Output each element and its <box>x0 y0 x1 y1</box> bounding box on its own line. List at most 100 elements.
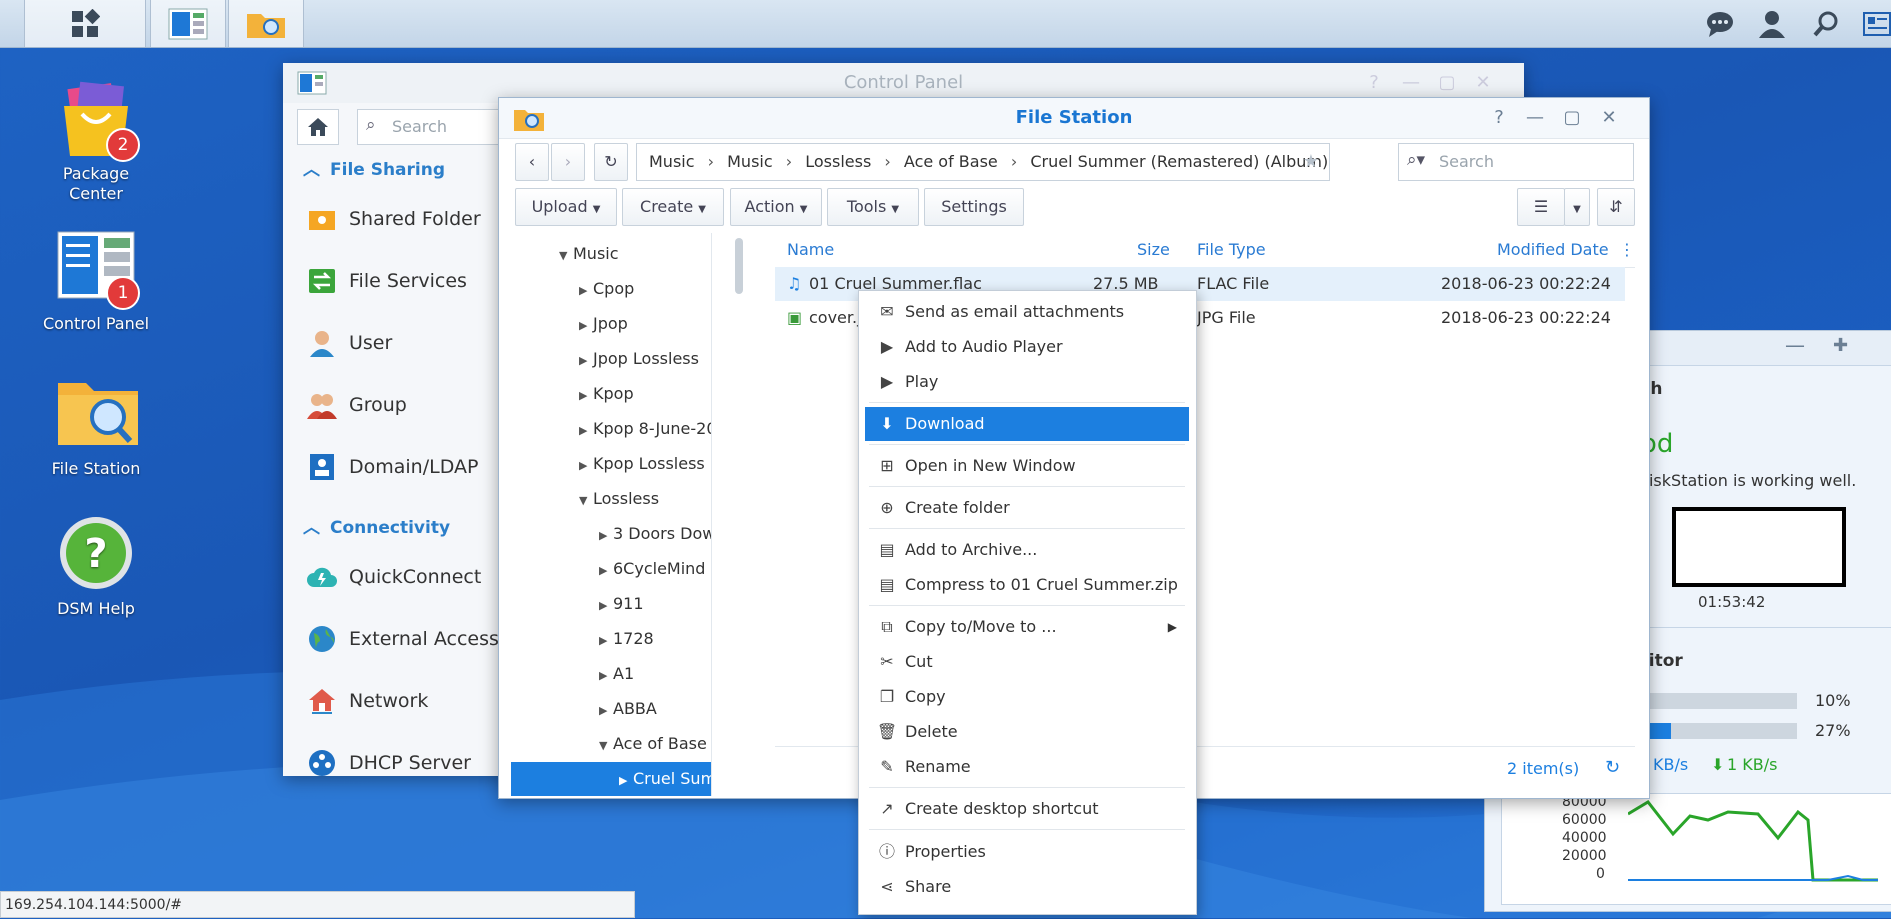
tree-item[interactable]: ▶ 911 <box>599 587 644 621</box>
sidebar-item-network[interactable]: Network <box>307 681 428 721</box>
section-connectivity[interactable]: ︿ Connectivity <box>303 513 450 538</box>
menu-item-send-email[interactable]: ✉ Send as email attachments <box>865 295 1189 329</box>
menu-item-share[interactable]: ⋖ Share <box>865 870 1189 904</box>
back-button[interactable]: ‹ <box>515 143 549 181</box>
tree-item-music[interactable]: ▼ Music <box>559 237 619 271</box>
taskbar-control-panel[interactable] <box>150 0 226 47</box>
breadcrumb-item[interactable]: Cruel Summer (Remastered) (Album) <box>1030 152 1328 171</box>
tree-item[interactable]: ▶ Kpop Lossless <box>579 447 705 481</box>
sidebar-item-domain-ldap[interactable]: Domain/LDAP <box>307 447 478 487</box>
settings-button[interactable]: Settings <box>924 188 1024 226</box>
tree-item-selected[interactable]: ▶Cruel Summe <box>511 762 711 796</box>
desktop-icon-label: DSM Help <box>57 599 135 618</box>
tools-button[interactable]: Tools ▼ <box>827 188 919 226</box>
menu-item-add-to-archive[interactable]: ▤ Add to Archive... <box>865 533 1189 567</box>
column-file-type[interactable]: File Type <box>1197 233 1266 267</box>
column-modified-date[interactable]: Modified Date <box>1497 233 1609 267</box>
tree-item[interactable]: ▶ Kpop <box>579 377 634 411</box>
breadcrumb-item[interactable]: Ace of Base <box>904 152 998 171</box>
sidebar-item-shared-folder[interactable]: Shared Folder <box>307 199 481 239</box>
chevron-right-icon: › <box>884 152 891 171</box>
breadcrumb-item[interactable]: Music <box>649 152 695 171</box>
column-size[interactable]: Size <box>1137 233 1170 267</box>
search-field[interactable]: ⌕ Search <box>357 109 509 145</box>
desktop-icon-control-panel[interactable]: 1 Control Panel <box>36 230 156 333</box>
tree-item-ace-of-base[interactable]: ▼ Ace of Base <box>599 727 707 761</box>
breadcrumb-item[interactable]: Lossless <box>805 152 871 171</box>
tree-item[interactable]: ▶3 Doors Down <box>599 517 711 551</box>
sidebar-item-user[interactable]: User <box>307 323 392 363</box>
collapsed-arrow-icon: ▶ <box>599 704 608 717</box>
menu-item-copy-move[interactable]: ⧉ Copy to/Move to ... ▶ <box>865 610 1189 644</box>
close-icon[interactable]: ✕ <box>1591 98 1627 138</box>
column-menu-icon[interactable]: ⋮ <box>1619 233 1635 267</box>
minimize-icon[interactable]: — <box>1517 98 1553 138</box>
menu-item-add-to-audio-player[interactable]: ▶ Add to Audio Player <box>865 330 1189 364</box>
widgets-icon[interactable] <box>1862 0 1891 47</box>
tree-item[interactable]: ▶ Jpop Lossless <box>579 342 699 376</box>
ram-bar <box>1625 723 1797 739</box>
chat-icon[interactable] <box>1700 0 1740 47</box>
file-type: FLAC File <box>1197 274 1270 293</box>
sidebar-item-external-access[interactable]: External Access <box>307 619 499 659</box>
menu-item-download[interactable]: ⬇ Download <box>865 407 1189 441</box>
caret-down-icon: ▼ <box>891 204 900 215</box>
desktop-icon-dsm-help[interactable]: ? DSM Help <box>36 515 156 618</box>
menu-item-properties[interactable]: ⓘ Properties <box>865 835 1189 869</box>
tree-item[interactable]: ▶ Jpop <box>579 307 628 341</box>
menu-item-play[interactable]: ▶ Play <box>865 365 1189 399</box>
collapsed-arrow-icon: ▶ <box>579 424 588 437</box>
minimize-icon[interactable]: — <box>1785 333 1805 357</box>
menu-item-desktop-shortcut[interactable]: ↗ Create desktop shortcut <box>865 792 1189 826</box>
control-panel-icon <box>297 71 327 95</box>
refresh-button[interactable]: ↻ <box>594 143 628 181</box>
forward-button[interactable]: › <box>551 143 585 181</box>
view-mode-button[interactable]: ☰ <box>1517 188 1565 226</box>
menu-item-copy[interactable]: ❐ Copy <box>865 680 1189 714</box>
pin-icon[interactable]: ✚ <box>1833 335 1848 356</box>
tree-item[interactable]: ▶ 1728 <box>599 622 654 656</box>
menu-item-compress[interactable]: ▤ Compress to 01 Cruel Summer.zip <box>865 568 1189 602</box>
user-icon[interactable] <box>1752 0 1792 47</box>
sidebar-item-file-services[interactable]: File Services <box>307 261 467 301</box>
cpu-percent: 10% <box>1815 691 1851 710</box>
upload-button[interactable]: Upload ▼ <box>515 188 617 226</box>
view-mode-dropdown[interactable]: ▼ <box>1564 188 1590 226</box>
column-name[interactable]: Name <box>787 233 834 267</box>
tree-item[interactable]: ▶ Cpop <box>579 272 634 306</box>
star-icon[interactable]: ★ <box>1303 144 1319 180</box>
menu-item-cut[interactable]: ✂ Cut <box>865 645 1189 679</box>
tree-item[interactable]: ▶Kpop 8-June-2017 <box>579 412 711 446</box>
home-button[interactable] <box>297 109 339 145</box>
action-button[interactable]: Action ▼ <box>730 188 822 226</box>
menu-item-delete[interactable]: 🗑 Delete <box>865 715 1189 749</box>
copy-icon: ❐ <box>879 687 895 706</box>
help-icon[interactable]: ? <box>1481 98 1517 138</box>
tree-item[interactable]: ▶ ABBA <box>599 692 657 726</box>
menu-item-open-new-window[interactable]: ⊞ Open in New Window <box>865 449 1189 483</box>
domain-icon <box>307 452 337 482</box>
search-field[interactable]: ⌕▾ Search <box>1398 143 1634 181</box>
sort-button[interactable]: ⇵ <box>1597 188 1635 226</box>
create-button[interactable]: Create ▼ <box>622 188 724 226</box>
sidebar-item-dhcp-server[interactable]: DHCP Server <box>307 743 471 783</box>
taskbar-file-station[interactable] <box>228 0 304 47</box>
search-icon[interactable] <box>1806 0 1846 47</box>
tree-scrollbar[interactable] <box>735 238 743 294</box>
menu-item-create-folder[interactable]: ⊕ Create folder <box>865 491 1189 525</box>
tree-item[interactable]: ▶ A1 <box>599 657 634 691</box>
sidebar-item-quickconnect[interactable]: QuickConnect <box>307 557 481 597</box>
breadcrumb-item[interactable]: Music <box>727 152 773 171</box>
tree-item[interactable]: ▶ 6CycleMind <box>599 552 705 586</box>
sidebar-item-group[interactable]: Group <box>307 385 407 425</box>
desktop-icon-file-station[interactable]: File Station <box>36 375 156 478</box>
tree-item-lossless[interactable]: ▼ Lossless <box>579 482 659 516</box>
desktop-icon-package-center[interactable]: 2 Package Center <box>36 80 156 204</box>
menu-item-rename[interactable]: ✎ Rename <box>865 750 1189 784</box>
section-file-sharing[interactable]: ︿ File Sharing <box>303 155 445 180</box>
refresh-icon[interactable]: ↻ <box>1605 757 1620 778</box>
search-icon: ⌕▾ <box>1407 150 1426 170</box>
maximize-icon[interactable]: ▢ <box>1554 98 1590 138</box>
main-menu-button[interactable] <box>24 0 146 47</box>
chevron-up-icon: ︿ <box>303 160 320 180</box>
